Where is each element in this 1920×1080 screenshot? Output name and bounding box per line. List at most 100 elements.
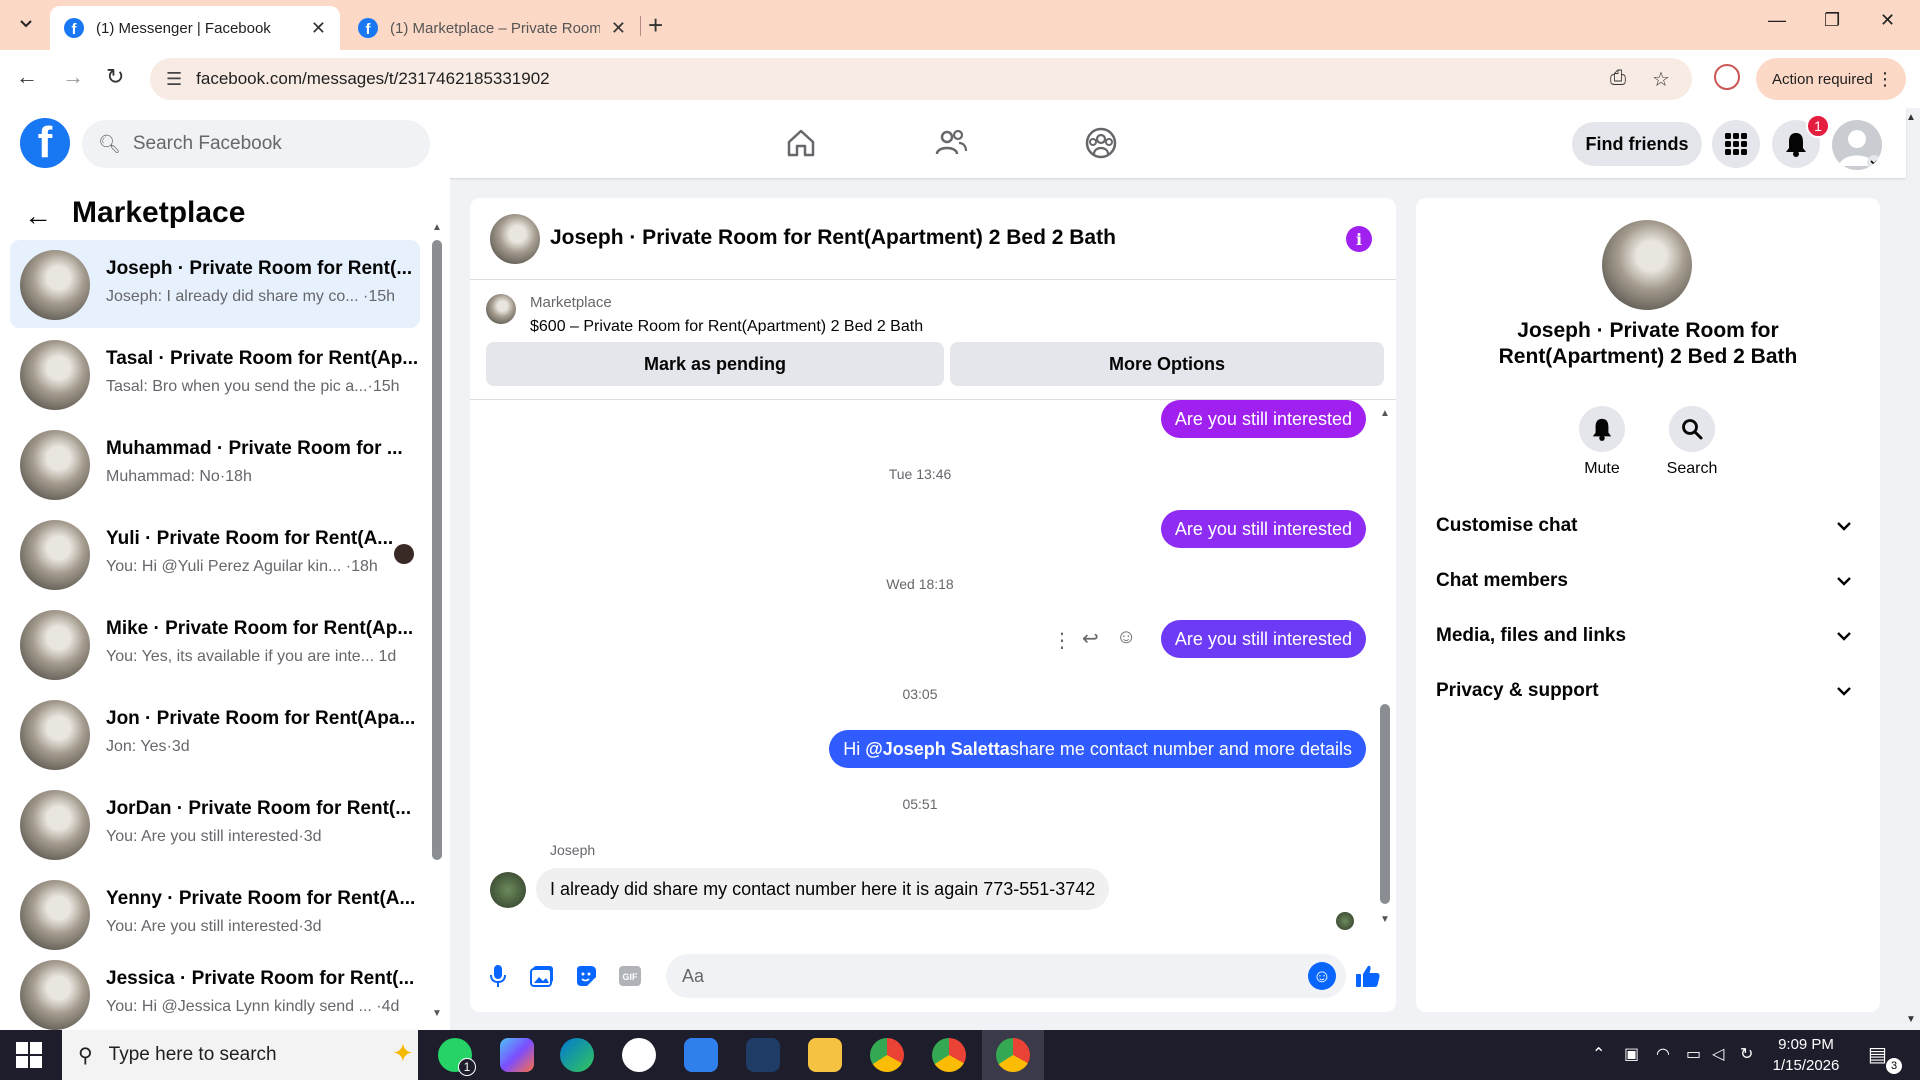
onedrive-icon[interactable] xyxy=(684,1038,718,1072)
chrome-icon[interactable] xyxy=(870,1038,904,1072)
search-in-chat-button[interactable]: Search xyxy=(1652,406,1732,478)
conversation-item[interactable]: Tasal · Private Room for Rent(Ap... Tasa… xyxy=(10,330,420,418)
browser-menu-icon[interactable]: ⋮ xyxy=(1876,69,1894,90)
outgoing-message[interactable]: Are you still interested xyxy=(1160,620,1366,658)
info-icon[interactable]: i xyxy=(1346,226,1372,252)
sender-avatar[interactable] xyxy=(490,872,526,908)
sync-icon[interactable]: ↻ xyxy=(1740,1044,1753,1064)
edge-icon[interactable] xyxy=(560,1038,594,1072)
chat-scrollbar[interactable] xyxy=(1380,704,1390,904)
copilot-icon[interactable] xyxy=(500,1038,534,1072)
taskbar-search-input[interactable]: ⚲ Type here to search ✦ xyxy=(62,1030,418,1080)
conversation-item[interactable]: Jon · Private Room for Rent(Apa... Jon: … xyxy=(10,690,420,778)
outgoing-message[interactable]: Are you still interested xyxy=(1160,510,1366,548)
tab-search-button[interactable] xyxy=(10,8,42,40)
install-app-icon[interactable]: ⎙ xyxy=(1610,67,1626,90)
action-required-button[interactable]: Action required ⋮ xyxy=(1756,58,1906,100)
page-scroll-down-arrow[interactable]: ▼ xyxy=(1906,1014,1916,1025)
back-button[interactable]: ← xyxy=(16,64,38,90)
file-explorer-icon[interactable] xyxy=(808,1038,842,1072)
react-emoji-icon[interactable]: ☺ xyxy=(1116,626,1136,649)
outgoing-message[interactable]: Are you still interested xyxy=(1160,400,1366,438)
listing-thumbnail xyxy=(20,960,90,1030)
chrome-profile-icon[interactable] xyxy=(932,1038,966,1072)
incoming-message[interactable]: I already did share my contact number he… xyxy=(536,868,1110,910)
conversation-item[interactable]: JorDan · Private Room for Rent(... You: … xyxy=(10,780,420,868)
scroll-down-arrow[interactable]: ▼ xyxy=(1380,914,1390,925)
mute-button[interactable]: Mute xyxy=(1562,406,1642,478)
security-icon[interactable]: ▣ xyxy=(1624,1044,1639,1064)
home-icon[interactable] xyxy=(784,126,818,160)
friends-icon[interactable] xyxy=(934,126,968,160)
conversation-item[interactable]: Joseph · Private Room for Rent(... Josep… xyxy=(10,240,420,328)
reply-icon[interactable]: ↩ xyxy=(1082,626,1099,651)
tab-messenger[interactable]: f (1) Messenger | Facebook ✕ xyxy=(50,6,340,50)
maximize-button[interactable]: ❐ xyxy=(1824,10,1840,31)
browser-profile-icon[interactable] xyxy=(1714,64,1740,90)
back-arrow-icon[interactable]: ← xyxy=(24,200,52,232)
message-input[interactable]: Aa ☺ xyxy=(666,954,1346,998)
tab-marketplace[interactable]: f (1) Marketplace – Private Room ✕ xyxy=(344,6,640,50)
bookmark-star-icon[interactable]: ☆ xyxy=(1652,67,1670,92)
forward-button[interactable]: → xyxy=(62,64,84,90)
wifi-icon[interactable]: ◠ xyxy=(1656,1044,1670,1064)
scroll-down-arrow[interactable]: ▼ xyxy=(432,1008,442,1019)
chat-title[interactable]: Joseph · Private Room for Rent(Apartment… xyxy=(550,226,1116,250)
conversation-item[interactable]: Mike · Private Room for Rent(Ap... You: … xyxy=(10,600,420,688)
customise-chat-row[interactable]: Customise chat xyxy=(1436,506,1860,546)
conversation-item[interactable]: Jessica · Private Room for Rent(... You:… xyxy=(10,940,420,1030)
chat-members-row[interactable]: Chat members xyxy=(1436,561,1860,601)
account-avatar[interactable] xyxy=(1832,120,1882,170)
conversation-avatar[interactable] xyxy=(1602,220,1692,310)
facebook-logo-icon[interactable]: f xyxy=(20,118,70,168)
chevron-down-icon xyxy=(1837,577,1851,586)
scroll-up-arrow[interactable]: ▲ xyxy=(432,222,442,233)
more-options-button[interactable]: More Options xyxy=(950,342,1384,386)
chevron-down-icon xyxy=(1837,632,1851,641)
thumbs-up-icon[interactable] xyxy=(1354,962,1382,990)
conversation-name: Tasal · Private Room for Rent(Ap... xyxy=(106,348,419,369)
privacy-support-row[interactable]: Privacy & support xyxy=(1436,671,1860,711)
close-tab-icon[interactable]: ✕ xyxy=(311,18,326,39)
microphone-icon[interactable] xyxy=(484,962,512,990)
minimize-button[interactable]: — xyxy=(1768,10,1786,31)
close-window-button[interactable]: ✕ xyxy=(1880,10,1895,31)
svg-text:GIF: GIF xyxy=(623,972,639,982)
page-scroll-up-arrow[interactable]: ▲ xyxy=(1906,112,1916,123)
listing-title[interactable]: $600 – Private Room for Rent(Apartment) … xyxy=(530,318,923,336)
chat-avatar[interactable] xyxy=(490,214,540,264)
slack-icon[interactable] xyxy=(622,1038,656,1072)
menu-grid-button[interactable] xyxy=(1712,120,1760,168)
conversation-item[interactable]: Muhammad · Private Room for ... Muhammad… xyxy=(10,420,420,508)
conversation-item[interactable]: Yuli · Private Room for Rent(A... You: H… xyxy=(10,510,420,598)
close-tab-icon[interactable]: ✕ xyxy=(611,18,626,39)
url-bar[interactable]: ☰ facebook.com/messages/t/23174621853319… xyxy=(150,58,1692,100)
emoji-icon[interactable]: ☺ xyxy=(1308,962,1336,990)
mention-tag[interactable]: @Joseph Saletta xyxy=(865,739,1010,760)
volume-icon[interactable]: ◁ xyxy=(1712,1044,1724,1064)
battery-icon[interactable]: ▭ xyxy=(1686,1044,1701,1064)
reload-button[interactable]: ↻ xyxy=(106,64,124,90)
gif-icon[interactable]: GIF xyxy=(616,962,644,990)
outgoing-message[interactable]: Hi @Joseph Saletta share me contact numb… xyxy=(829,730,1366,768)
find-friends-button[interactable]: Find friends xyxy=(1572,122,1702,166)
read-receipt-avatar xyxy=(1336,912,1354,930)
groups-icon[interactable] xyxy=(1084,126,1118,160)
chrome-active-icon[interactable] xyxy=(996,1038,1030,1072)
mark-as-pending-button[interactable]: Mark as pending xyxy=(486,342,944,386)
sidebar-scrollbar[interactable] xyxy=(432,240,442,860)
sticker-icon[interactable] xyxy=(572,962,600,990)
facebook-search-input[interactable]: 🔍︎ Search Facebook xyxy=(82,120,430,168)
photo-icon[interactable] xyxy=(528,962,556,990)
system-clock[interactable]: 9:09 PM 1/15/2026 xyxy=(1756,1034,1856,1076)
windows-start-icon[interactable] xyxy=(16,1042,42,1068)
more-actions-icon[interactable]: ⋮ xyxy=(1052,628,1072,653)
scroll-up-arrow[interactable]: ▲ xyxy=(1380,408,1390,419)
remote-desktop-icon[interactable] xyxy=(746,1038,780,1072)
site-info-icon[interactable]: ☰ xyxy=(166,69,182,90)
media-files-links-row[interactable]: Media, files and links xyxy=(1436,616,1860,656)
new-tab-button[interactable]: + xyxy=(648,10,663,41)
notification-center-icon[interactable]: ▤ xyxy=(1868,1042,1887,1067)
message-list: Are you still interested Tue 13:46 Are y… xyxy=(470,400,1396,930)
show-hidden-icons-chevron[interactable]: ⌃ xyxy=(1592,1044,1605,1064)
